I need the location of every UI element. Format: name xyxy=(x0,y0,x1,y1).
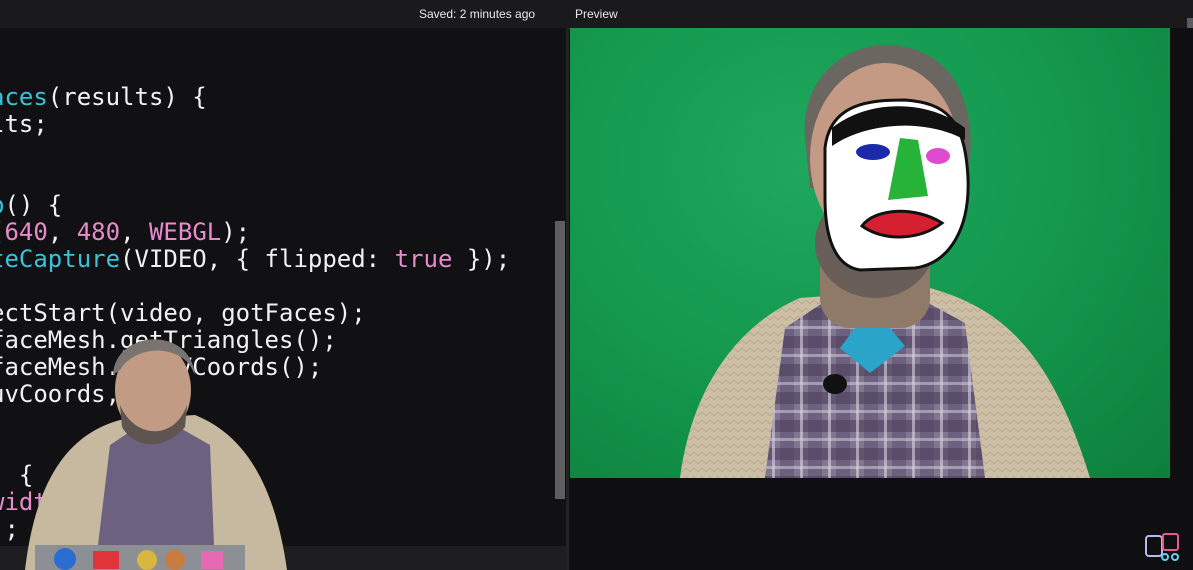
code-token: }); xyxy=(452,245,511,273)
editor-scrollbar[interactable] xyxy=(555,221,565,499)
code-token: aces xyxy=(0,83,48,111)
code-line[interactable]: teCapture(VIDEO, { flipped: true }); xyxy=(0,246,510,273)
code-token: lts; xyxy=(0,110,48,138)
logo-icon xyxy=(1145,533,1179,561)
code-line[interactable]: ; xyxy=(0,273,510,300)
code-line[interactable] xyxy=(0,138,510,165)
code-token: 640 xyxy=(4,218,48,246)
code-token: , xyxy=(120,218,149,246)
save-status: Saved: 2 minutes ago xyxy=(419,7,536,21)
code-line[interactable]: (640, 480, WEBGL); xyxy=(0,219,510,246)
code-token: ); xyxy=(221,218,251,246)
top-bar: Saved: 2 minutes ago Preview xyxy=(0,0,1193,38)
webcam-feed xyxy=(680,44,1090,478)
preview-title: Preview xyxy=(575,7,618,21)
right-margin xyxy=(1170,28,1193,570)
code-line[interactable]: lts; xyxy=(0,111,510,138)
code-token: ); xyxy=(0,515,19,543)
preview-canvas xyxy=(570,28,1170,478)
code-token: (results) { xyxy=(47,83,207,111)
code-token: true xyxy=(394,245,453,273)
code-token: WEBGL xyxy=(148,218,222,246)
code-token: (VIDEO, { flipped: xyxy=(120,245,395,273)
code-line[interactable]: p() { xyxy=(0,192,510,219)
presenter-webcam xyxy=(25,339,287,570)
code-token: teCapture xyxy=(0,245,121,273)
code-token: 480 xyxy=(76,218,121,246)
code-line[interactable] xyxy=(0,165,510,192)
code-token: ; xyxy=(0,272,4,300)
pane-divider[interactable] xyxy=(566,28,569,570)
code-token: , xyxy=(47,218,77,246)
code-line[interactable]: aces(results) { xyxy=(0,84,510,111)
code-token: () { xyxy=(4,191,63,219)
